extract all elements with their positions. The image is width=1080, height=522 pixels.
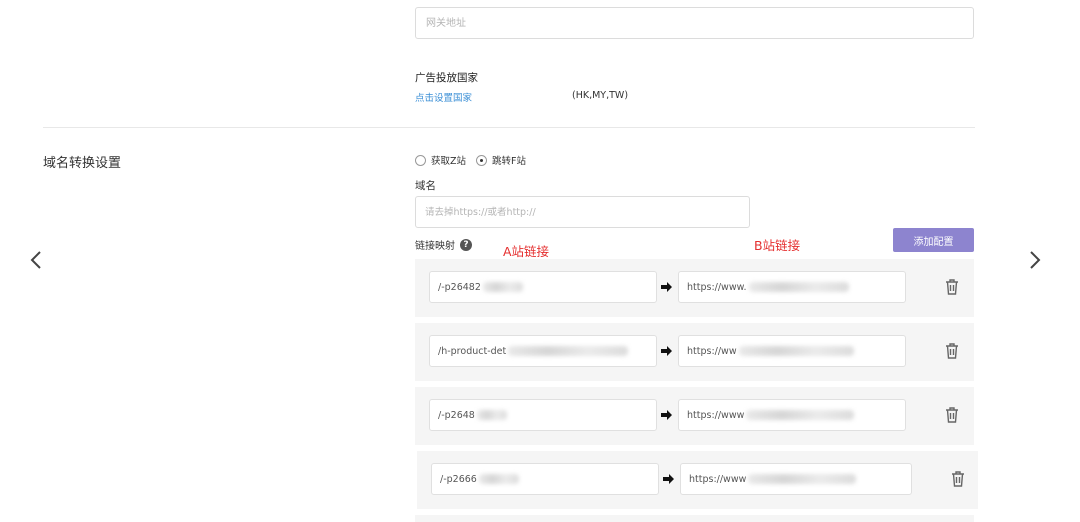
section-title: 域名转换设置 [43, 156, 122, 171]
mapping-row [415, 515, 974, 522]
link-mapping-text: 链接映射 [415, 241, 455, 252]
source-link-input[interactable]: /-p2666 [431, 463, 659, 495]
arrow-right-icon [663, 474, 674, 484]
ad-country-label: 广告投放国家 [415, 72, 478, 84]
target-link-input[interactable]: https://www [680, 463, 912, 495]
trash-icon[interactable] [944, 342, 960, 360]
source-link-input[interactable]: /-p26482 [429, 271, 657, 303]
radio-label: 跳转F站 [492, 156, 526, 167]
mapping-row: /-p26482 https://www. [415, 259, 974, 317]
source-link-value: /-p2666 [440, 473, 477, 485]
target-link-value: https://www [687, 409, 745, 421]
arrow-right-icon [661, 410, 672, 420]
target-link-value: https://ww [687, 345, 737, 357]
radio-jump-f-site[interactable]: 跳转F站 [476, 153, 526, 167]
arrow-right-icon [661, 282, 672, 292]
radio-button[interactable] [415, 154, 426, 166]
source-link-value: /-p26482 [438, 281, 481, 293]
mapping-row: /-p2666 https://www [417, 451, 978, 509]
target-link-input[interactable]: https://www. [678, 271, 906, 303]
mapping-row: /-p2648 https://www [415, 387, 974, 445]
radio-label: 获取Z站 [431, 156, 467, 167]
source-link-input[interactable]: /h-product-det [429, 335, 657, 367]
set-country-link[interactable]: 点击设置国家 [415, 90, 472, 104]
add-config-button[interactable]: 添加配置 [893, 228, 974, 252]
section-divider [43, 127, 975, 128]
target-link-value: https://www. [687, 281, 747, 293]
link-mapping-label: 链接映射 ? [415, 237, 472, 252]
annotation-b-site: B站链接 [754, 238, 801, 253]
question-circle-icon[interactable]: ? [460, 238, 472, 251]
gateway-address-input[interactable] [415, 7, 974, 39]
chevron-left-icon[interactable] [27, 248, 47, 272]
trash-icon[interactable] [944, 278, 960, 296]
source-link-value: /h-product-det [438, 345, 507, 357]
source-link-value: /-p2648 [438, 409, 475, 421]
radio-get-z-site[interactable]: 获取Z站 [415, 153, 466, 167]
target-link-input[interactable]: https://ww [678, 335, 906, 367]
target-link-value: https://www [689, 473, 747, 485]
trash-icon[interactable] [944, 406, 960, 424]
mapping-row: /h-product-det https://ww [415, 323, 974, 381]
domain-label: 域名 [415, 180, 436, 192]
chevron-right-icon[interactable] [1024, 248, 1044, 272]
source-link-input[interactable]: /-p2648 [429, 399, 657, 431]
target-link-input[interactable]: https://www [678, 399, 906, 431]
annotation-a-site: A站链接 [503, 244, 550, 259]
mode-radio-group: 获取Z站 跳转F站 [415, 153, 536, 167]
trash-icon[interactable] [950, 470, 966, 488]
arrow-right-icon [661, 346, 672, 356]
radio-button[interactable] [476, 154, 488, 166]
domain-input[interactable] [415, 196, 750, 228]
country-value: (HK,MY,TW) [572, 90, 629, 101]
